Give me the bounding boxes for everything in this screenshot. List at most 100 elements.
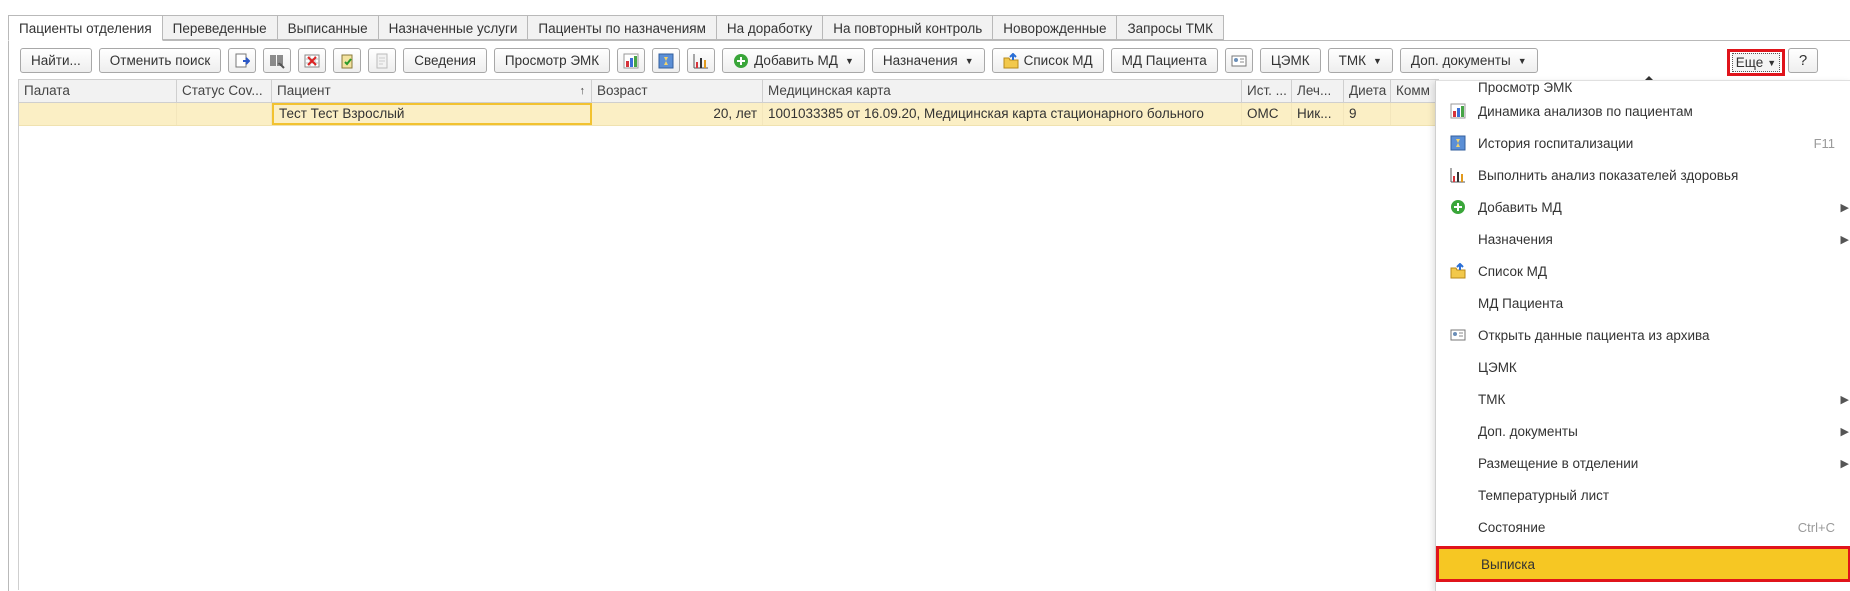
add-circle-icon	[733, 53, 749, 69]
menu-item-condition[interactable]: Состояние Ctrl+C	[1436, 511, 1850, 543]
column-header-source[interactable]: Ист. ...	[1242, 80, 1292, 102]
menu-item-view-emk[interactable]: Просмотр ЭМК	[1436, 81, 1850, 95]
analysis-dynamics-button[interactable]	[617, 48, 646, 73]
tab-newborns[interactable]: Новорожденные	[993, 15, 1118, 40]
chevron-down-icon: ▼	[844, 55, 854, 66]
cancel-search-button[interactable]: Отменить поиск	[98, 48, 222, 73]
find-button[interactable]: Найти...	[20, 48, 92, 73]
tab-repeat-control[interactable]: На повторный контроль	[823, 15, 994, 40]
tab-department-patients[interactable]: Пациенты отделения	[8, 15, 163, 41]
menu-item-label: Выполнить анализ показателей здоровья	[1478, 167, 1739, 183]
menu-item-analysis-dynamics[interactable]: Динамика анализов по пациентам	[1436, 95, 1850, 127]
column-header-card[interactable]: Медицинская карта	[763, 80, 1242, 102]
chevron-right-icon: ▶	[1840, 201, 1849, 214]
menu-item-label: Динамика анализов по пациентам	[1478, 103, 1693, 119]
menu-item-label: Доп. документы	[1478, 423, 1578, 439]
menu-item-patient-md[interactable]: МД Пациента	[1436, 287, 1850, 319]
menu-item-label: Открыть данные пациента из архива	[1478, 327, 1710, 343]
menu-item-hospitalization-history[interactable]: История госпитализации F11	[1436, 127, 1850, 159]
add-circle-icon	[1448, 197, 1468, 217]
patients-table: Палата Статус Cov... Пациент ↑ Возраст М…	[18, 79, 1439, 590]
column-header-doctor[interactable]: Леч...	[1292, 80, 1344, 102]
id-card-icon	[1448, 325, 1468, 345]
chevron-down-icon: ▼	[964, 55, 974, 66]
cell-source: ОМС	[1242, 103, 1292, 125]
more-button[interactable]: Еще ▼	[1727, 49, 1785, 76]
menu-item-assignments[interactable]: Назначения ▶	[1436, 223, 1850, 255]
shortcut-hint: Ctrl+C	[1797, 519, 1835, 535]
tab-patients-by-assignment[interactable]: Пациенты по назначениям	[528, 15, 717, 40]
chevron-right-icon: ▶	[1840, 425, 1849, 438]
document-gray-icon	[374, 53, 390, 69]
add-md-button[interactable]: Добавить МД ▼	[722, 48, 865, 73]
tab-for-revision[interactable]: На доработку	[716, 15, 824, 40]
column-header-patient[interactable]: Пациент ↑	[272, 80, 592, 102]
table-delete-button[interactable]	[298, 48, 327, 73]
menu-item-cemk[interactable]: ЦЭМК	[1436, 351, 1850, 383]
menu-item-extra-docs[interactable]: Доп. документы ▶	[1436, 415, 1850, 447]
health-analysis-button[interactable]	[687, 48, 716, 73]
view-emk-button[interactable]: Просмотр ЭМК	[493, 48, 611, 73]
menu-item-label: Назначения	[1478, 231, 1553, 247]
cell-card: 1001033385 от 16.09.20, Медицинская карт…	[763, 103, 1242, 125]
menu-item-label: История госпитализации	[1478, 135, 1634, 151]
document-disabled-button[interactable]	[368, 48, 397, 73]
bar-chart-icon	[693, 53, 709, 69]
menu-item-discharge[interactable]: Выписка	[1436, 546, 1850, 582]
folder-up-icon	[1003, 52, 1019, 69]
table-header: Палата Статус Cov... Пациент ↑ Возраст М…	[19, 79, 1439, 103]
archive-data-button[interactable]	[1224, 48, 1253, 73]
menu-item-ward-placement[interactable]: Размещение в отделении ▶	[1436, 447, 1850, 479]
extra-docs-button[interactable]: Доп. документы ▼	[1399, 48, 1538, 73]
menu-item-label: Список МД	[1478, 263, 1548, 279]
add-md-label: Добавить МД	[754, 53, 838, 68]
menu-item-health-analysis[interactable]: Выполнить анализ показателей здоровья	[1436, 159, 1850, 191]
column-header-comment[interactable]: Комм	[1391, 80, 1439, 102]
patient-md-button[interactable]: МД Пациента	[1110, 48, 1218, 73]
document-arrow-button[interactable]	[228, 48, 257, 73]
menu-item-label: Температурный лист	[1478, 487, 1610, 503]
assignments-button[interactable]: Назначения ▼	[871, 48, 985, 73]
menu-item-label: Размещение в отделении	[1478, 455, 1639, 471]
folder-up-icon	[1448, 261, 1468, 281]
bar-chart-icon	[1448, 165, 1468, 185]
menu-item-label: Состояние	[1478, 519, 1546, 535]
chevron-down-icon: ▼	[1767, 57, 1777, 68]
cell-patient[interactable]: Тест Тест Взрослый	[272, 103, 592, 125]
cell-comment	[1391, 103, 1439, 125]
menu-item-add-md[interactable]: Добавить МД ▶	[1436, 191, 1850, 223]
clipboard-check-icon	[339, 53, 355, 69]
help-button[interactable]: ?	[1788, 48, 1818, 73]
clipboard-check-button[interactable]	[333, 48, 362, 73]
column-header-ward[interactable]: Палата	[19, 80, 177, 102]
tab-transferred[interactable]: Переведенные	[162, 15, 278, 40]
cemk-button[interactable]: ЦЭМК	[1259, 48, 1321, 73]
tmk-button[interactable]: ТМК ▼	[1327, 48, 1393, 73]
tab-tmk-requests[interactable]: Запросы ТМК	[1117, 15, 1225, 40]
tab-discharged[interactable]: Выписанные	[277, 15, 379, 40]
tab-assigned-services[interactable]: Назначенные услуги	[378, 15, 529, 40]
column-header-diet[interactable]: Диета	[1344, 80, 1391, 102]
menu-item-open-archive[interactable]: Открыть данные пациента из архива	[1436, 319, 1850, 351]
chevron-right-icon: ▶	[1840, 457, 1849, 470]
barcode-scan-icon	[269, 53, 285, 69]
cell-diet: 9	[1344, 103, 1391, 125]
info-button[interactable]: Сведения	[403, 48, 487, 73]
menu-item-tmk[interactable]: ТМК ▶	[1436, 383, 1850, 415]
barcode-button[interactable]	[263, 48, 292, 73]
menu-item-md-list[interactable]: Список МД	[1436, 255, 1850, 287]
document-arrow-icon	[234, 53, 251, 69]
md-list-button[interactable]: Список МД	[991, 48, 1104, 73]
tab-bar: Пациенты отделения Переведенные Выписанн…	[8, 15, 1225, 41]
table-row[interactable]: Тест Тест Взрослый 20, лет 1001033385 от…	[19, 103, 1439, 126]
column-header-age[interactable]: Возраст	[592, 80, 763, 102]
menu-item-label: Добавить МД	[1478, 199, 1562, 215]
menu-item-temperature-sheet[interactable]: Температурный лист	[1436, 479, 1850, 511]
id-card-icon	[1231, 53, 1247, 69]
table-cross-icon	[304, 53, 320, 69]
hospitalization-history-button[interactable]	[652, 48, 681, 73]
shortcut-hint: F11	[1813, 135, 1835, 151]
hospitalization-history-icon	[658, 53, 674, 69]
cell-doctor: Ник...	[1292, 103, 1344, 125]
column-header-status[interactable]: Статус Cov...	[177, 80, 272, 102]
